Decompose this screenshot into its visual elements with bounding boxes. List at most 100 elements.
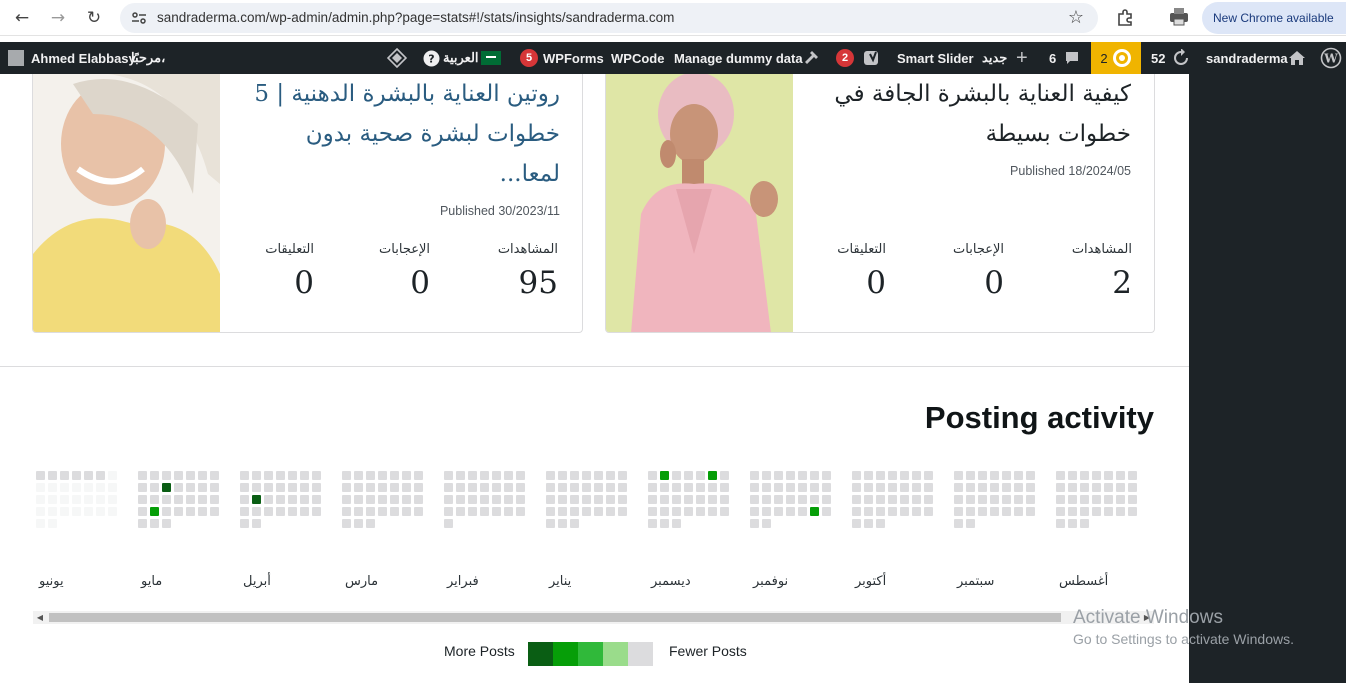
activity-day-cell[interactable] (546, 495, 555, 504)
activity-day-cell[interactable] (762, 471, 771, 480)
activity-day-cell[interactable] (1128, 507, 1137, 516)
activity-day-cell[interactable] (84, 483, 93, 492)
activity-day-cell[interactable] (150, 483, 159, 492)
activity-day-cell[interactable] (648, 495, 657, 504)
activity-day-cell[interactable] (264, 507, 273, 516)
activity-day-cell[interactable] (366, 507, 375, 516)
activity-day-cell[interactable] (546, 519, 555, 528)
activity-day-cell[interactable] (720, 495, 729, 504)
reload-icon[interactable]: ↻ (82, 6, 106, 30)
activity-day-cell[interactable] (342, 471, 351, 480)
activity-day-cell[interactable] (480, 483, 489, 492)
activity-day-cell[interactable] (48, 519, 57, 528)
updates-count[interactable]: 52 (1151, 42, 1165, 74)
activity-day-cell[interactable] (684, 495, 693, 504)
activity-day-cell[interactable] (696, 507, 705, 516)
activity-day-cell[interactable] (96, 507, 105, 516)
activity-day-cell[interactable] (174, 483, 183, 492)
activity-day-cell[interactable] (198, 483, 207, 492)
activity-day-cell[interactable] (60, 495, 69, 504)
activity-day-cell[interactable] (720, 483, 729, 492)
diamond-plugin-icon[interactable] (387, 42, 407, 74)
comments-count[interactable]: 6 (1049, 42, 1056, 74)
activity-day-cell[interactable] (444, 507, 453, 516)
activity-day-cell[interactable] (750, 495, 759, 504)
activity-day-cell[interactable] (966, 507, 975, 516)
activity-day-cell[interactable] (264, 483, 273, 492)
activity-day-cell[interactable] (888, 483, 897, 492)
activity-day-cell[interactable] (162, 507, 171, 516)
printer-extension-icon[interactable] (1168, 7, 1190, 27)
updates-icon[interactable] (1171, 42, 1191, 74)
activity-day-cell[interactable] (720, 471, 729, 480)
activity-day-cell[interactable] (1056, 495, 1065, 504)
activity-day-cell[interactable] (708, 471, 717, 480)
activity-day-cell[interactable] (516, 495, 525, 504)
activity-day-cell[interactable] (468, 483, 477, 492)
activity-day-cell[interactable] (672, 495, 681, 504)
activity-day-cell[interactable] (660, 519, 669, 528)
activity-day-cell[interactable] (468, 495, 477, 504)
activity-day-cell[interactable] (1128, 471, 1137, 480)
activity-day-cell[interactable] (546, 507, 555, 516)
activity-day-cell[interactable] (582, 507, 591, 516)
activity-day-cell[interactable] (786, 483, 795, 492)
activity-day-cell[interactable] (648, 471, 657, 480)
activity-day-cell[interactable] (1104, 471, 1113, 480)
activity-day-cell[interactable] (162, 495, 171, 504)
activity-day-cell[interactable] (138, 519, 147, 528)
activity-day-cell[interactable] (684, 483, 693, 492)
activity-day-cell[interactable] (1092, 507, 1101, 516)
activity-day-cell[interactable] (696, 483, 705, 492)
activity-day-cell[interactable] (342, 495, 351, 504)
activity-day-cell[interactable] (72, 495, 81, 504)
activity-day-cell[interactable] (924, 507, 933, 516)
activity-day-cell[interactable] (876, 507, 885, 516)
activity-day-cell[interactable] (762, 495, 771, 504)
activity-day-cell[interactable] (990, 471, 999, 480)
activity-day-cell[interactable] (798, 495, 807, 504)
activity-day-cell[interactable] (444, 519, 453, 528)
wordpress-logo-icon[interactable]: W (1320, 42, 1342, 74)
activity-day-cell[interactable] (240, 483, 249, 492)
activity-day-cell[interactable] (36, 507, 45, 516)
activity-day-cell[interactable] (606, 483, 615, 492)
yoast-count-badge[interactable]: 2 (836, 42, 854, 74)
activity-day-cell[interactable] (96, 495, 105, 504)
activity-day-cell[interactable] (558, 495, 567, 504)
activity-day-cell[interactable] (594, 483, 603, 492)
activity-day-cell[interactable] (570, 471, 579, 480)
activity-day-cell[interactable] (660, 483, 669, 492)
activity-day-cell[interactable] (504, 495, 513, 504)
activity-day-cell[interactable] (1068, 495, 1077, 504)
site-settings-icon[interactable] (130, 9, 148, 27)
activity-day-cell[interactable] (570, 507, 579, 516)
activity-day-cell[interactable] (96, 483, 105, 492)
activity-day-cell[interactable] (198, 495, 207, 504)
activity-day-cell[interactable] (354, 519, 363, 528)
activity-day-cell[interactable] (96, 471, 105, 480)
activity-day-cell[interactable] (468, 507, 477, 516)
activity-day-cell[interactable] (696, 495, 705, 504)
activity-day-cell[interactable] (492, 507, 501, 516)
activity-day-cell[interactable] (414, 483, 423, 492)
activity-day-cell[interactable] (1092, 471, 1101, 480)
activity-day-cell[interactable] (162, 519, 171, 528)
activity-day-cell[interactable] (978, 483, 987, 492)
activity-day-cell[interactable] (1002, 471, 1011, 480)
activity-day-cell[interactable] (1128, 495, 1137, 504)
activity-day-cell[interactable] (252, 495, 261, 504)
activity-day-cell[interactable] (48, 483, 57, 492)
activity-day-cell[interactable] (36, 483, 45, 492)
forward-icon[interactable]: → (46, 6, 70, 30)
activity-day-cell[interactable] (1014, 507, 1023, 516)
activity-day-cell[interactable] (1026, 471, 1035, 480)
activity-day-cell[interactable] (468, 471, 477, 480)
activity-day-cell[interactable] (288, 507, 297, 516)
plus-icon[interactable]: + (1016, 42, 1028, 74)
activity-day-cell[interactable] (990, 483, 999, 492)
activity-day-cell[interactable] (1002, 507, 1011, 516)
wpforms-count-badge[interactable]: 5 (520, 42, 538, 74)
wpforms-link[interactable]: WPForms (543, 42, 604, 74)
activity-day-cell[interactable] (354, 471, 363, 480)
